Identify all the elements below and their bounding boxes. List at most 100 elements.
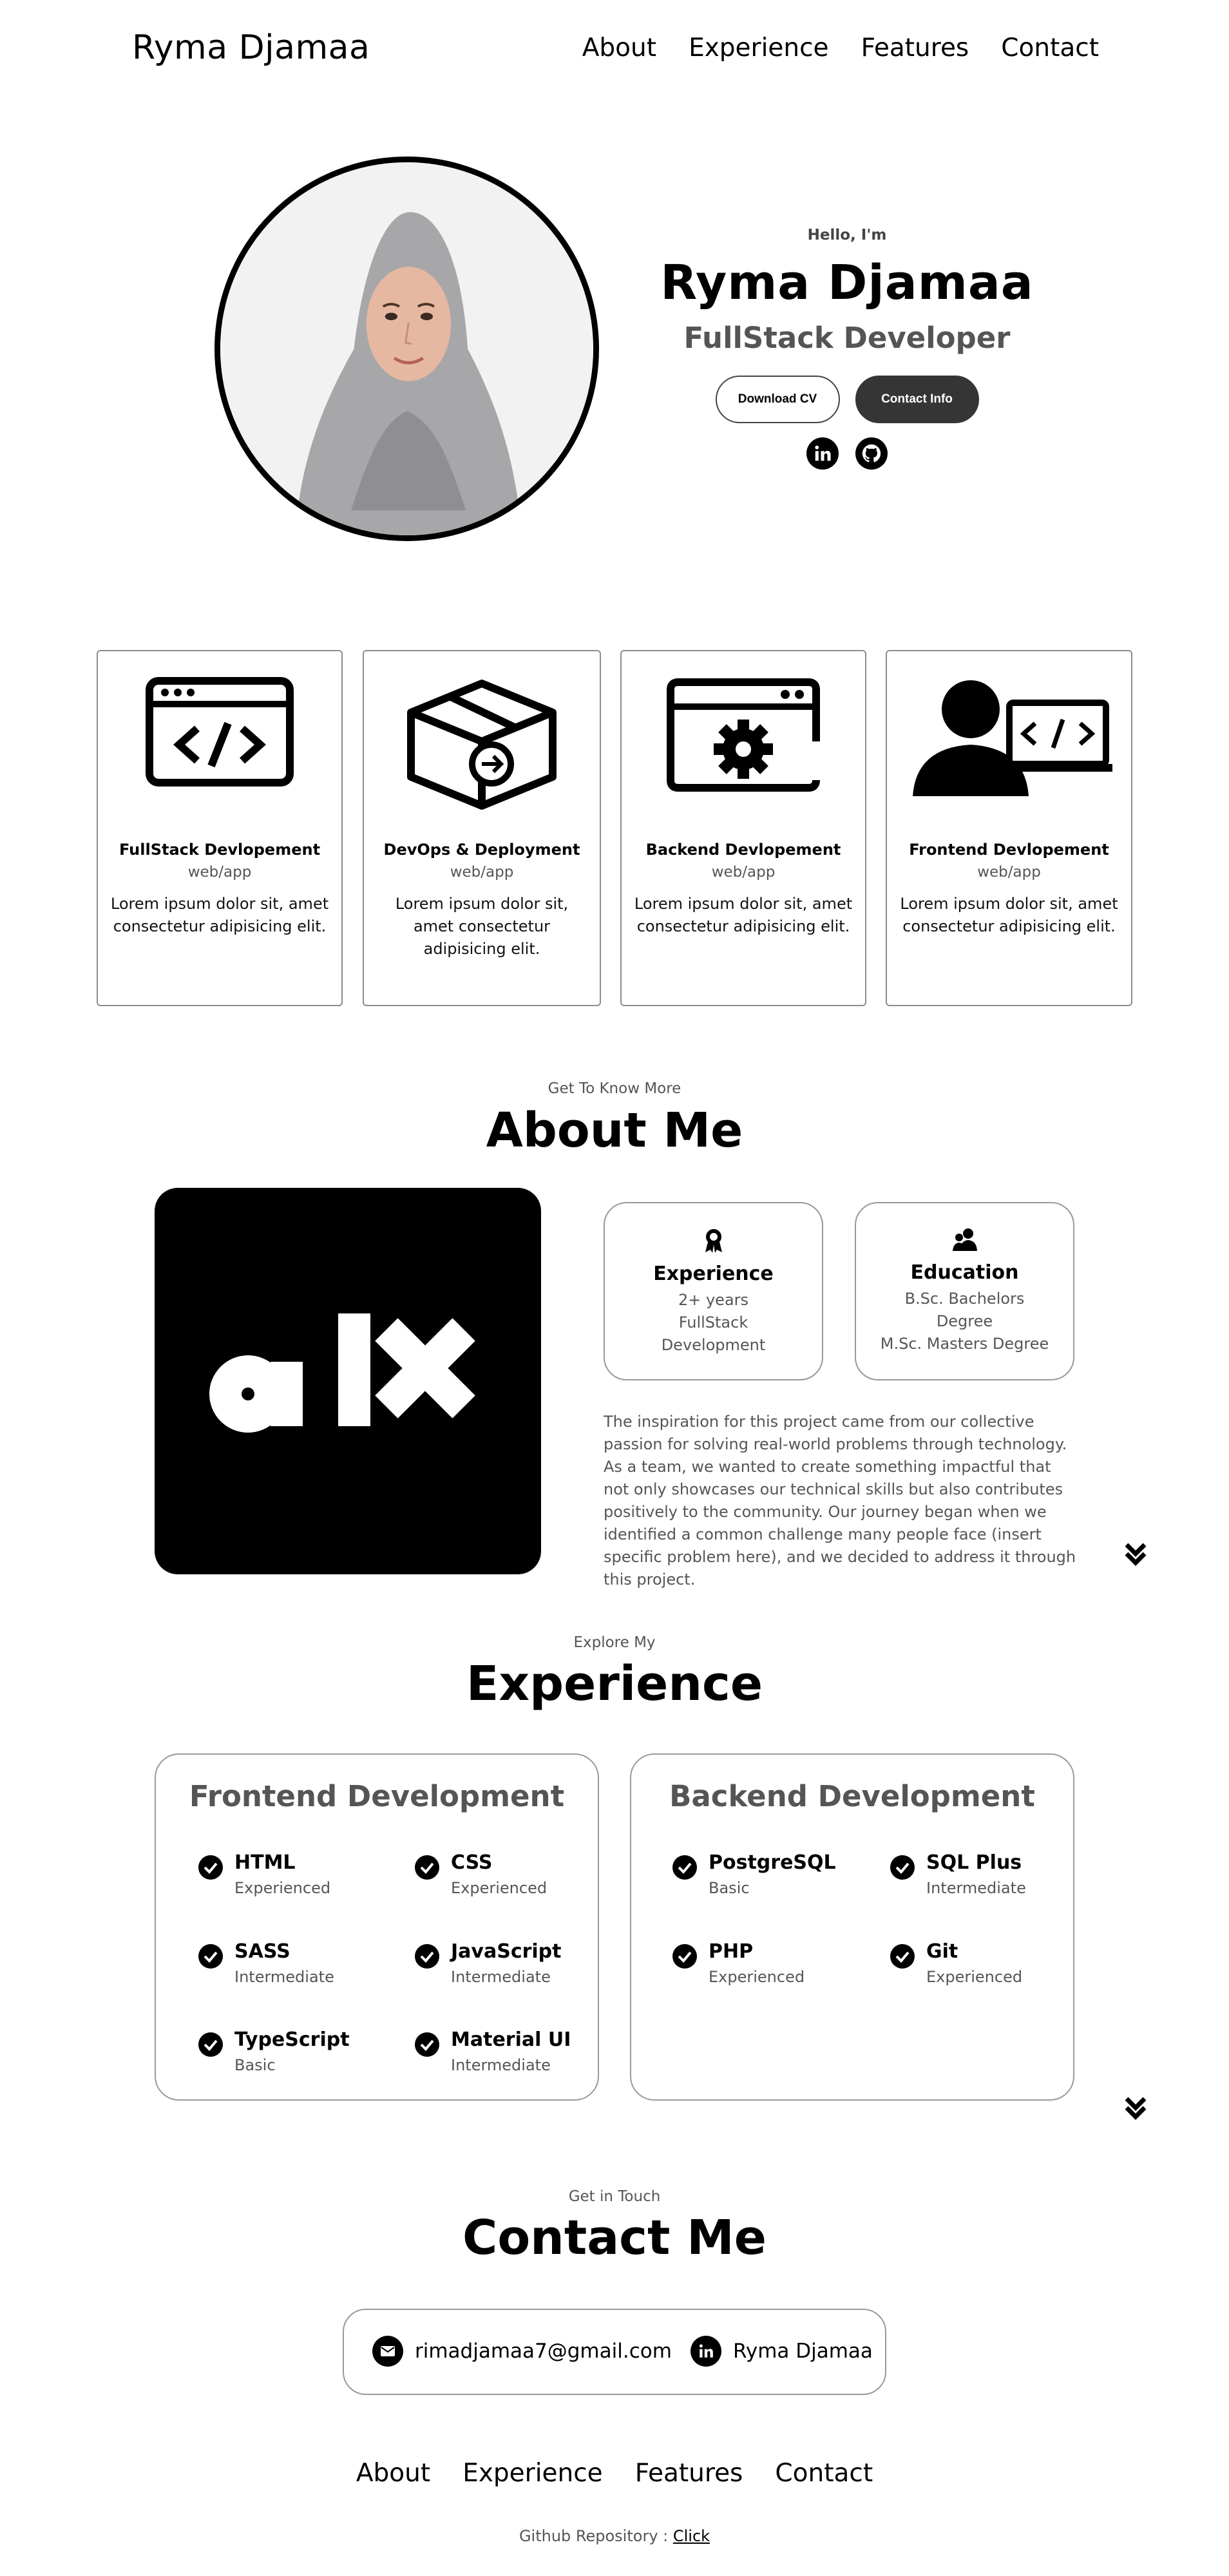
feature-description: Lorem ipsum dolor sit, amet consectetur … (395, 895, 569, 958)
contact-email[interactable]: rimadjamaa7@gmail.com (372, 2336, 672, 2367)
skill-name: SASS (234, 1940, 291, 1963)
skill-level: Experienced (709, 1968, 805, 1986)
hero-buttons: Download CV Contact Info (651, 376, 1043, 423)
developer-screen-icon (887, 677, 1131, 799)
skill-item: TypeScript Basic (198, 2028, 350, 2074)
frontend-card: Frontend Development HTML Experienced CSS… (155, 1753, 599, 2101)
feature-subtitle: web/app (187, 864, 252, 881)
skill-item: HTML Experienced (198, 1851, 330, 1897)
contact-info-box: rimadjamaa7@gmail.com Ryma Djamaa (343, 2309, 886, 2395)
check-icon (672, 1944, 697, 1969)
skill-level: Intermediate (234, 1968, 334, 1986)
about-title: About Me (486, 1103, 743, 1158)
hero-name: Ryma Djamaa (660, 255, 1034, 310)
experience-card: Experience 2+ years FullStack Developmen… (604, 1202, 823, 1380)
github-icon[interactable] (855, 437, 888, 470)
skill-name: HTML (234, 1851, 296, 1874)
skill-name: CSS (451, 1851, 493, 1874)
feature-card-devops: DevOps & Deployment web/app Lorem ipsum … (363, 650, 601, 1006)
hero-role: FullStack Developer (683, 321, 1011, 355)
backend-card: Backend Development PostgreSQL Basic SQL … (630, 1753, 1074, 2101)
skill-name: JavaScript (451, 1940, 562, 1963)
skill-level: Basic (709, 1879, 750, 1897)
experience-card-title: Experience (653, 1263, 774, 1285)
footer-nav-features[interactable]: Features (635, 2459, 743, 2488)
footer-nav-contact[interactable]: Contact (775, 2459, 873, 2488)
feature-description: Lorem ipsum dolor sit, amet consectetur … (110, 895, 329, 935)
contact-linkedin[interactable]: Ryma Djamaa (691, 2336, 873, 2367)
skill-item: Git Experienced (890, 1940, 1022, 1986)
backend-card-title: Backend Development (669, 1779, 1035, 1813)
skill-name: Git (926, 1940, 958, 1963)
skill-level: Basic (234, 2056, 276, 2074)
check-icon (672, 1855, 697, 1880)
footer-nav: About Experience Features Contact (0, 2459, 1229, 2488)
award-icon (605, 1228, 822, 1254)
frontend-card-title: Frontend Development (189, 1779, 565, 1813)
contact-title: Contact Me (462, 2210, 767, 2266)
experience-card-line: FullStack (678, 1313, 748, 1331)
nav-features[interactable]: Features (861, 33, 969, 62)
footer-nav-about[interactable]: About (356, 2459, 430, 2488)
scroll-down-icon[interactable] (1123, 1541, 1148, 1567)
education-card-line: M.Sc. Masters Degree (880, 1335, 1049, 1353)
top-nav: About Experience Features Contact (582, 33, 1099, 62)
check-icon (415, 1855, 439, 1880)
check-icon (198, 1944, 223, 1969)
repo-label: Github Repository : (519, 2527, 673, 2545)
feature-title: Frontend Devlopement (909, 841, 1109, 859)
feature-description: Lorem ipsum dolor sit, amet consectetur … (900, 895, 1118, 935)
site-logo[interactable]: Ryma Djamaa (132, 28, 370, 67)
social-links (651, 437, 1043, 470)
education-card-line: B.Sc. Bachelors (904, 1290, 1025, 1308)
skill-level: Experienced (451, 1879, 548, 1897)
check-icon (890, 1944, 915, 1969)
feature-card-backend: Backend Devlopement web/app Lorem ipsum … (620, 650, 866, 1006)
experience-card-line: Development (661, 1336, 766, 1354)
feature-subtitle: web/app (450, 864, 514, 881)
skill-item: Material UI Intermediate (415, 2028, 571, 2074)
check-icon (198, 1855, 223, 1880)
experience-title: Experience (466, 1656, 763, 1712)
linkedin-icon[interactable] (806, 437, 839, 470)
email-icon (372, 2336, 403, 2367)
feature-title: Backend Devlopement (645, 841, 841, 859)
feature-card-frontend: Frontend Devlopement web/app Lorem ipsum… (886, 650, 1132, 1006)
repo-link[interactable]: Click (673, 2527, 710, 2545)
download-cv-button[interactable]: Download CV (715, 376, 840, 423)
skill-item: JavaScript Intermediate (415, 1940, 562, 1986)
feature-card-fullstack: FullStack Devlopement web/app Lorem ipsu… (97, 650, 343, 1006)
nav-contact[interactable]: Contact (1001, 33, 1099, 62)
experience-kicker: Explore My (573, 1634, 656, 1651)
nav-about[interactable]: About (582, 33, 656, 62)
check-icon (415, 2032, 439, 2057)
contact-info-button[interactable]: Contact Info (855, 376, 979, 423)
scroll-down-icon[interactable] (1123, 2095, 1148, 2121)
footer-nav-experience[interactable]: Experience (462, 2459, 603, 2488)
feature-subtitle: web/app (711, 864, 776, 881)
check-icon (198, 2032, 223, 2057)
alx-logo (155, 1188, 541, 1574)
skill-level: Intermediate (451, 2056, 551, 2074)
feature-subtitle: web/app (977, 864, 1041, 881)
feature-description: Lorem ipsum dolor sit, amet consectetur … (634, 895, 853, 935)
education-card: Education B.Sc. Bachelors Degree M.Sc. M… (855, 1202, 1074, 1380)
skill-name: PHP (709, 1940, 754, 1963)
settings-window-icon (622, 677, 865, 799)
education-card-title: Education (910, 1261, 1019, 1284)
linkedin-icon (691, 2336, 721, 2367)
nav-experience[interactable]: Experience (689, 33, 829, 62)
deploy-box-icon (364, 677, 600, 810)
skill-item: CSS Experienced (415, 1851, 547, 1897)
experience-card-line: 2+ years (678, 1291, 749, 1309)
about-paragraph: The inspiration for this project came fr… (604, 1413, 1076, 1589)
code-window-icon (98, 677, 341, 799)
skill-level: Intermediate (926, 1879, 1026, 1897)
profile-photo (214, 157, 599, 541)
feature-title: FullStack Devlopement (119, 841, 321, 859)
hero-intro: Hello, I'm Ryma Djamaa FullStack Develop… (651, 227, 1043, 470)
hero-greeting: Hello, I'm (807, 227, 887, 243)
feature-title: DevOps & Deployment (383, 841, 580, 859)
skill-item: PostgreSQL Basic (672, 1851, 836, 1897)
skill-level: Intermediate (451, 1968, 551, 1986)
